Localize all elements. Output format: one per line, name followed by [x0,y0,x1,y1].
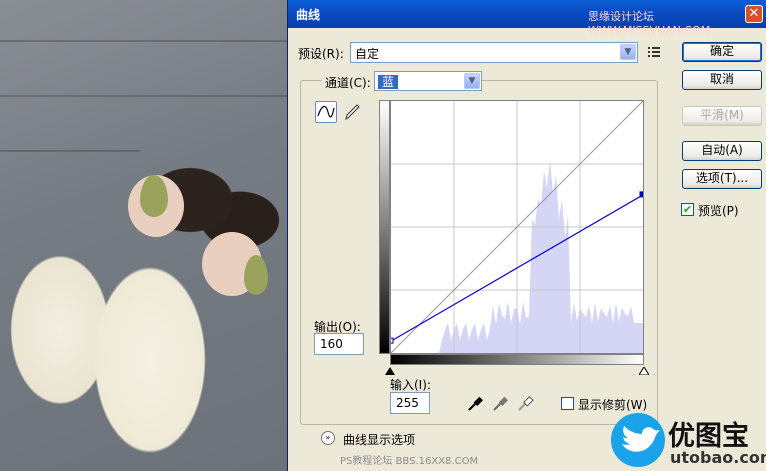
expand-options-icon[interactable]: » [321,431,335,445]
brand-watermark: 优图宝 utobao.com [610,410,766,471]
auto-button[interactable]: 自动(A) [682,141,762,161]
chevron-down-icon: ▼ [620,44,636,60]
preview-checkbox[interactable]: ✔ [681,203,694,216]
curve-point [639,191,643,198]
channel-value: 蓝 [378,75,399,89]
close-button[interactable]: ✕ [745,5,763,23]
output-gradient-bar [379,100,390,354]
title-bar[interactable]: 曲线 思缘设计论坛 WWW.MISSVUAN.COM ✕ [288,0,766,37]
check-icon: ✔ [682,203,693,216]
black-eyedropper-icon[interactable] [466,394,484,415]
input-field[interactable]: 255 [390,392,430,414]
gray-eyedropper-icon[interactable] [491,394,509,415]
curve-point-tool-icon[interactable] [315,101,337,123]
brand-domain: utobao.com [670,448,766,467]
options-button[interactable]: 选项(T)... [682,169,762,189]
white-eyedropper-icon[interactable] [516,394,534,415]
smooth-button[interactable]: 平滑(M) [682,106,762,126]
show-clipping-checkbox[interactable] [561,397,574,410]
preset-value: 自定 [355,47,380,61]
output-field[interactable]: 160 [314,333,364,355]
window-title: 曲线 [296,8,321,22]
channel-select[interactable]: 蓝 ▼ [374,71,482,91]
preview-label: 预览(P) [698,204,739,218]
curve-svg [391,101,643,353]
watermark-text: 思缘设计论坛 WWW.MISSVUAN.COM [588,10,711,37]
white-point-slider[interactable] [638,364,650,378]
pencil-icon[interactable] [341,101,363,123]
cancel-button[interactable]: 取消 [682,70,762,90]
curve-point [391,337,394,344]
preset-select[interactable]: 自定 ▼ [350,42,638,63]
ok-button[interactable]: 确定 [682,42,762,62]
chevron-down-icon: ▼ [464,73,480,89]
input-label: 输入(I): [390,378,431,392]
curve-display-options-label[interactable]: 曲线显示选项 [343,431,415,448]
bird-logo-icon [611,413,665,467]
background-photo [0,0,288,471]
preset-menu-icon[interactable] [648,46,662,58]
watermark-bottom-text: PS教程论坛 BBS.16XX8.COM [340,456,479,467]
input-gradient-bar [390,354,644,365]
curve-graph[interactable] [390,100,644,354]
channel-label: 通道(C): [322,74,374,91]
preset-label: 预设(R): [298,47,344,61]
curves-dialog: 曲线 思缘设计论坛 WWW.MISSVUAN.COM ✕ 预设(R): 自定 ▼… [287,0,766,471]
